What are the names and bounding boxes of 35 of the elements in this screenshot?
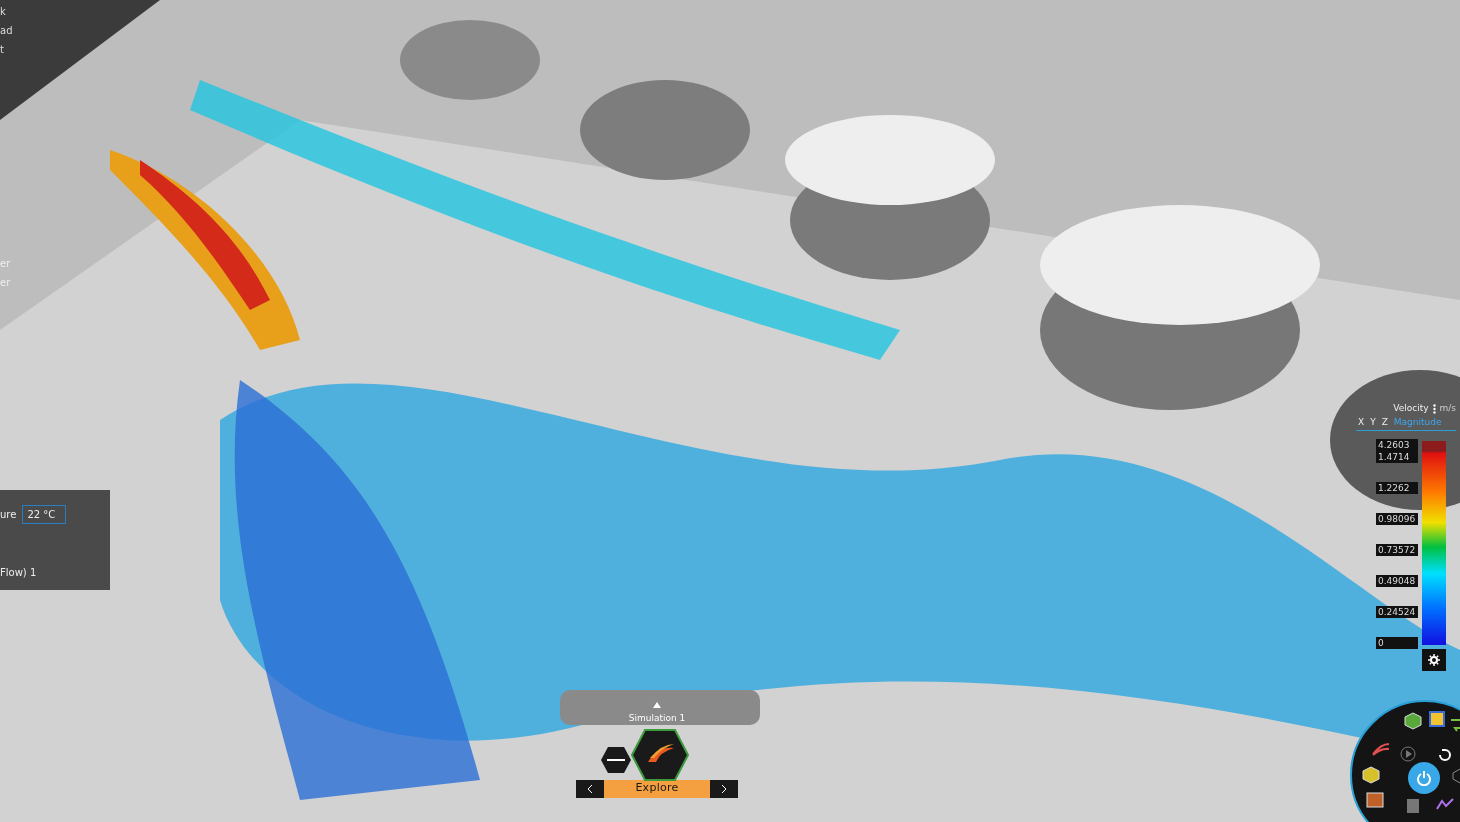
play-icon[interactable] xyxy=(1400,746,1416,762)
legend-value[interactable]: 0.49048 xyxy=(1376,575,1418,587)
up-arrow-icon[interactable] xyxy=(653,702,661,708)
collapse-button[interactable] xyxy=(600,745,632,774)
power-icon xyxy=(1416,770,1432,786)
panel-label: t xyxy=(0,43,5,57)
kebab-icon[interactable] xyxy=(1432,403,1436,414)
panel-label: Flow) 1 xyxy=(0,566,37,580)
axis-tab[interactable]: X xyxy=(1358,415,1365,429)
panel-label: k xyxy=(0,5,7,19)
legend-title: Velocity xyxy=(1393,402,1429,415)
chevron-right-icon xyxy=(721,783,727,794)
legend-value[interactable]: 0.98096 xyxy=(1376,513,1418,525)
square-icon[interactable] xyxy=(1406,798,1420,814)
settings-button[interactable] xyxy=(1422,649,1446,671)
temperature-field[interactable]: 22 °C xyxy=(22,505,67,524)
unit-label: m/s xyxy=(1439,402,1456,415)
legend-value[interactable]: 1.2262 xyxy=(1376,482,1418,494)
legend-value[interactable]: 4.2603 xyxy=(1376,439,1418,451)
axis-tab[interactable]: Z xyxy=(1381,415,1388,429)
chevron-left-icon xyxy=(587,783,593,794)
simulation-hex-button[interactable] xyxy=(630,727,690,782)
simulation-title: Simulation 1 xyxy=(628,712,686,725)
legend-value[interactable]: 0.73572 xyxy=(1376,544,1418,556)
legend-value[interactable]: 0 xyxy=(1376,637,1418,649)
panel-label: ad xyxy=(0,24,13,38)
streamlines-icon[interactable] xyxy=(1372,742,1390,756)
settings-icon xyxy=(1428,654,1440,666)
power-button[interactable] xyxy=(1408,762,1440,794)
chart-icon[interactable] xyxy=(1436,798,1454,810)
axis-tab[interactable]: Y xyxy=(1370,415,1376,429)
replay-icon[interactable] xyxy=(1436,746,1454,764)
legend-value[interactable]: 1.4714 xyxy=(1376,451,1418,463)
legend-value[interactable]: 0.24524 xyxy=(1376,606,1418,618)
temperature-label: ure xyxy=(0,508,17,522)
